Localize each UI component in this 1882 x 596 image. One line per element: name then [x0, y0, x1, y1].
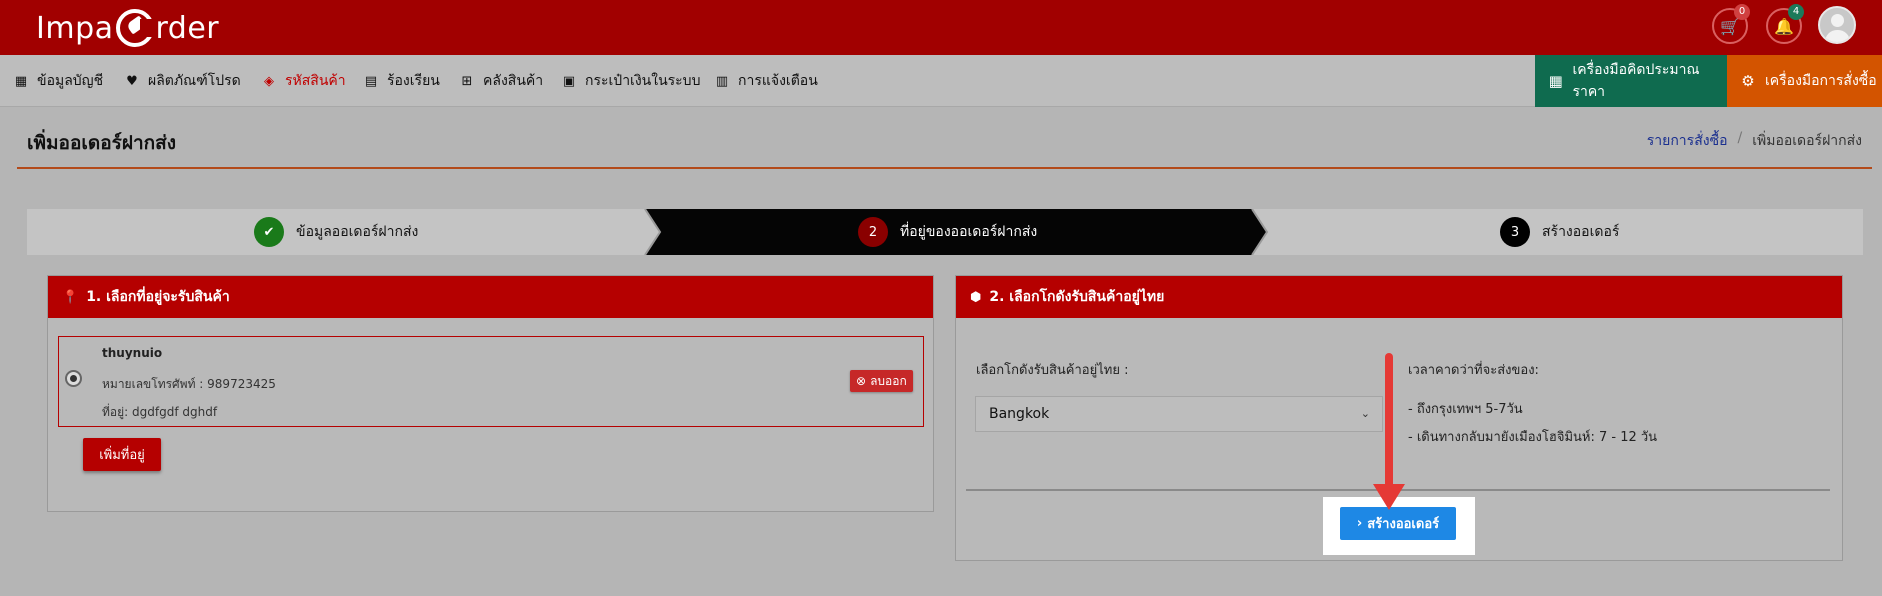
eta-hochiminh: - เดินทางกลับมายังเมืองโฮจิมินห์: 7 - 12…: [1408, 430, 1658, 445]
annotation-arrow-shaft: [1385, 353, 1393, 488]
title-divider: [17, 167, 1872, 169]
breadcrumb: รายการสั่งซื้อ / เพิ่มออเดอร์ฝากส่ง: [1647, 130, 1862, 152]
eta-bangkok: - ถึงกรุงเทพฯ 5-7วัน: [1408, 402, 1523, 417]
chevron-down-icon: ⌄: [1360, 407, 1370, 420]
page-title: เพิ่มออเดอร์ฝากส่ง: [27, 132, 176, 154]
nav-item-product-code[interactable]: ◈ รหัสสินค้า: [261, 55, 346, 107]
cart-icon: 🛒: [1720, 16, 1740, 36]
cubes-icon: ⬢: [970, 289, 982, 305]
warehouse-selected-value: Bangkok: [989, 406, 1050, 422]
tool-label: เครื่องมือการสั่งซื้อ: [1765, 73, 1877, 89]
breadcrumb-separator: /: [1737, 130, 1743, 146]
nav-label: รหัสสินค้า: [285, 73, 346, 89]
book-icon: ▥: [715, 73, 729, 89]
close-circle-icon: ⊗: [856, 374, 867, 388]
nav-label: คลังสินค้า: [483, 73, 544, 89]
notifications-button[interactable]: 🔔 4: [1766, 4, 1804, 44]
address-panel-title: 1. เลือกที่อยู่จะรับสินค้า: [86, 289, 230, 305]
step-address[interactable]: 2 ที่อยู่ของออเดอร์ฝากส่ง: [858, 209, 1037, 255]
notification-count-badge: 4: [1788, 4, 1804, 20]
map-marker-icon: 📍: [62, 289, 79, 305]
step-order-info[interactable]: ✔ ข้อมูลออเดอร์ฝากส่ง: [254, 209, 418, 255]
step-create-order[interactable]: 3 สร้างออเดอร์: [1500, 209, 1619, 255]
user-avatar[interactable]: [1818, 6, 1856, 44]
wallet-icon: ▣: [562, 73, 576, 89]
nav-item-wallet[interactable]: ▣ กระเป๋าเงินในระบบ: [561, 55, 701, 107]
order-tool-button[interactable]: ⚙ เครื่องมือการสั่งซื้อ: [1727, 55, 1882, 107]
step-label: ที่อยู่ของออเดอร์ฝากส่ง: [900, 224, 1038, 240]
warehouse-select[interactable]: Bangkok ⌄: [975, 396, 1383, 432]
step-number: 2: [858, 217, 888, 247]
address-detail: ที่อยู่: dgdfgdf dghdf: [102, 405, 218, 419]
logo-text-left: Impa: [36, 10, 114, 46]
cart-count-badge: 0: [1734, 4, 1750, 20]
comment-icon: ▤: [364, 73, 378, 89]
dashboard-icon: ▦: [14, 73, 28, 89]
warehouse-icon: ⊞: [461, 73, 473, 89]
address-radio[interactable]: [65, 370, 82, 387]
nav-label: การแจ้งเตือน: [738, 73, 818, 89]
impaorder-logo[interactable]: Impa rder: [36, 6, 219, 50]
nav-item-complaints[interactable]: ▤ ร้องเรียน: [363, 55, 440, 107]
nav-item-account[interactable]: ▦ ข้อมูลบัญชี: [13, 55, 103, 107]
layers-icon: ◈: [264, 73, 274, 89]
create-order-button[interactable]: › สร้างออเดอร์: [1340, 507, 1456, 540]
warehouse-panel-title: 2. เลือกโกดังรับสินค้าอยู่ไทย: [989, 289, 1165, 305]
delete-label: ลบออก: [870, 373, 907, 388]
gear-icon: ⚙: [1741, 72, 1755, 90]
nav-label: ร้องเรียน: [387, 73, 440, 89]
logo-text-right: rder: [155, 10, 220, 46]
address-phone: หมายเลขโทรศัพท์ : 989723425: [102, 377, 276, 391]
order-steps: ✔ ข้อมูลออเดอร์ฝากส่ง 2 ที่อยู่ของออเดอร…: [27, 209, 1863, 255]
step-label: ข้อมูลออเดอร์ฝากส่ง: [296, 224, 419, 240]
price-calculator-button[interactable]: ▦ เครื่องมือคิดประมาณราคา: [1535, 55, 1727, 107]
nav-label: กระเป๋าเงินในระบบ: [585, 73, 701, 89]
nav-item-notifications[interactable]: ▥ การแจ้งเตือน: [714, 55, 818, 107]
address-card[interactable]: thuynuio หมายเลขโทรศัพท์ : 989723425 ที่…: [58, 336, 924, 427]
warehouse-select-label: เลือกโกดังรับสินค้าอยู่ไทย :: [976, 363, 1129, 378]
nav-label: ข้อมูลบัญชี: [37, 73, 104, 89]
tool-label: เครื่องมือคิดประมาณราคา: [1572, 62, 1700, 100]
delete-address-button[interactable]: ⊗ ลบออก: [850, 370, 913, 392]
step-label: สร้างออเดอร์: [1542, 224, 1620, 240]
breadcrumb-link-orders[interactable]: รายการสั่งซื้อ: [1647, 130, 1728, 152]
annotation-arrow-icon: [1373, 484, 1405, 510]
nav-item-warehouse[interactable]: ⊞ คลังสินค้า: [459, 55, 544, 107]
cart-button[interactable]: 🛒 0: [1712, 4, 1750, 44]
create-order-label: สร้างออเดอร์: [1367, 517, 1440, 532]
add-address-button[interactable]: เพิ่มที่อยู่: [83, 438, 161, 471]
step-number: 3: [1500, 217, 1530, 247]
address-name: thuynuio: [102, 346, 163, 360]
check-icon: ✔: [254, 217, 284, 247]
top-header: [0, 0, 1882, 55]
bell-icon: 🔔: [1774, 16, 1794, 36]
breadcrumb-current: เพิ่มออเดอร์ฝากส่ง: [1752, 133, 1862, 149]
chevron-right-icon: ›: [1356, 516, 1363, 531]
eta-title: เวลาคาดว่าที่จะส่งของ:: [1408, 363, 1539, 378]
calculator-icon: ▦: [1548, 72, 1563, 90]
nav-item-favorites[interactable]: ♥ ผลิตภัณฑ์โปรด: [124, 55, 241, 107]
nav-label: ผลิตภัณฑ์โปรด: [148, 73, 241, 89]
warehouse-panel-header: ⬢ 2. เลือกโกดังรับสินค้าอยู่ไทย: [956, 276, 1842, 318]
heart-icon: ♥: [126, 73, 138, 89]
rocket-icon: [115, 9, 154, 47]
address-panel-header: 📍 1. เลือกที่อยู่จะรับสินค้า: [48, 276, 933, 318]
